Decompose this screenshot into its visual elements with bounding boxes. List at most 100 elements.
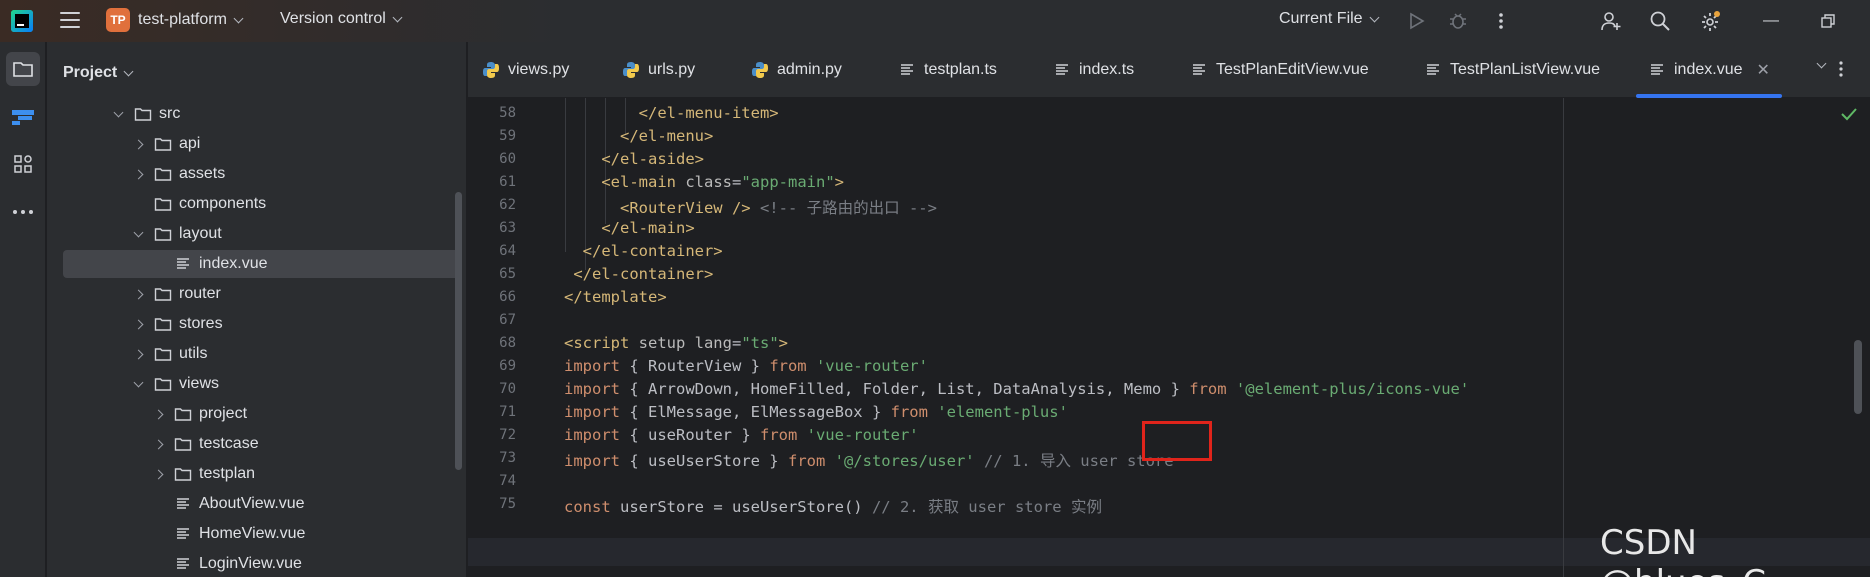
line-number: 60 [499,151,516,167]
tab-list-chevron-icon[interactable] [1816,58,1827,69]
text-file-icon [1053,61,1071,79]
restore-window-icon[interactable] [1817,10,1839,32]
structure-tool-icon[interactable] [6,100,40,134]
chevron-right-icon[interactable] [129,315,147,333]
tree-item-label: layout [179,225,222,242]
chevron-down-icon[interactable] [129,375,147,393]
tab-index-vue[interactable]: index.vue ✕ [1636,42,1782,98]
tree-folder[interactable]: src [63,100,459,128]
version-control-menu[interactable]: Version control [280,10,403,28]
tree-folder[interactable]: assets [63,160,459,188]
chevron-right-icon[interactable] [129,285,147,303]
folder-icon [153,225,173,243]
main-menu-icon[interactable] [60,12,80,30]
tree-file[interactable]: HomeView.vue [63,520,459,548]
text-file-icon [898,61,916,79]
code-token: </el-aside> [564,150,704,168]
chevron-down-icon[interactable] [129,225,147,243]
chevron-right-icon[interactable] [129,165,147,183]
tree-folder[interactable]: project [63,400,459,428]
plugins-tool-icon[interactable] [6,147,40,181]
more-tools-icon[interactable] [6,195,40,229]
project-panel: Project src api assets components layout inde… [47,42,467,577]
run-config-selector[interactable]: Current File [1279,10,1380,28]
tree-folder[interactable]: testcase [63,430,459,458]
line-number: 66 [499,289,516,305]
tree-file[interactable]: index.vue [63,250,459,278]
tab-admin-py[interactable]: admin.py [751,42,842,98]
add-user-icon[interactable] [1600,10,1622,32]
tree-file[interactable]: LoginView.vue [63,550,459,577]
chevron-right-icon[interactable] [129,345,147,363]
tree-folder[interactable]: components [63,190,459,218]
tab-testplanlistview-vue[interactable]: TestPlanListView.vue [1424,42,1600,98]
minimize-icon[interactable]: — [1760,10,1782,32]
code-token: > [778,334,788,352]
chevron-down-icon[interactable] [109,105,127,123]
chevron-down-icon [233,13,244,23]
tree-folder[interactable]: testplan [63,460,459,488]
settings-gear-icon[interactable] [1699,10,1721,32]
tree-folder[interactable]: router [63,280,459,308]
run-icon[interactable] [1405,10,1427,32]
tree-item-label: index.vue [199,255,268,272]
search-icon[interactable] [1649,10,1671,32]
folder-icon [173,465,193,483]
folder-icon [153,345,173,363]
tree-folder[interactable]: views [63,370,459,398]
file-icon [173,255,193,273]
tree-folder[interactable]: layout [63,220,459,248]
ide-logo-icon[interactable] [10,9,34,33]
project-tool-icon[interactable] [6,52,40,86]
file-icon [173,495,193,513]
tab-label: urls.py [648,61,696,78]
code-editor[interactable]: 58 </el-menu-item> 59 </el-menu> 60 </el-a… [468,98,1870,577]
project-switcher[interactable]: TP test-platform [106,8,244,32]
code-line: </el-aside> [564,150,704,168]
inspection-ok-icon[interactable] [1840,106,1858,122]
tab-views-py[interactable]: views.py [482,42,569,98]
close-icon[interactable]: ✕ [1757,60,1770,80]
tab-index-ts[interactable]: index.ts [1053,42,1134,98]
tree-folder[interactable]: api [63,130,459,158]
tab-more-icon[interactable] [1838,60,1844,78]
tree-folder[interactable]: utils [63,340,459,368]
folder-icon [153,315,173,333]
tab-urls-py[interactable]: urls.py [622,42,695,98]
code-line: </el-container> [564,242,723,260]
tree-item-label: HomeView.vue [199,525,306,542]
code-token: = [731,334,742,352]
tree-item-label: LoginView.vue [199,555,302,572]
tab-testplaneditview-vue[interactable]: TestPlanEditView.vue [1190,42,1369,98]
folder-icon [173,405,193,423]
editor-scrollbar[interactable] [1854,340,1862,414]
python-icon [751,61,769,79]
code-line: </template> [564,288,667,306]
code-token: <RouterView /> [564,199,751,217]
tab-label: TestPlanListView.vue [1450,61,1601,78]
chevron-right-icon[interactable] [149,405,167,423]
debug-icon[interactable] [1447,10,1469,32]
code-token: <el-main [564,173,686,191]
code-line: </el-menu-item> [564,104,779,122]
code-token: // 2. 获取 user store 实例 [871,498,1102,516]
tab-testplan-ts[interactable]: testplan.ts [898,42,997,98]
chevron-right-icon[interactable] [149,465,167,483]
chevron-right-icon[interactable] [149,435,167,453]
project-panel-scrollbar[interactable] [455,192,462,470]
code-token: class [685,173,732,191]
line-number: 63 [499,220,516,236]
line-number: 71 [499,404,516,420]
tree-item-label: AboutView.vue [199,495,305,512]
chevron-right-icon[interactable] [129,135,147,153]
tree-item-label: src [159,105,181,122]
project-panel-header[interactable]: Project [63,64,134,82]
tree-folder[interactable]: stores [63,310,459,338]
more-vertical-icon[interactable] [1490,10,1512,32]
code-token: </el-container> [564,242,723,260]
tab-label: testplan.ts [924,61,997,78]
line-number: 68 [499,335,516,351]
tree-file[interactable]: AboutView.vue [63,490,459,518]
tab-label: index.ts [1079,61,1135,78]
